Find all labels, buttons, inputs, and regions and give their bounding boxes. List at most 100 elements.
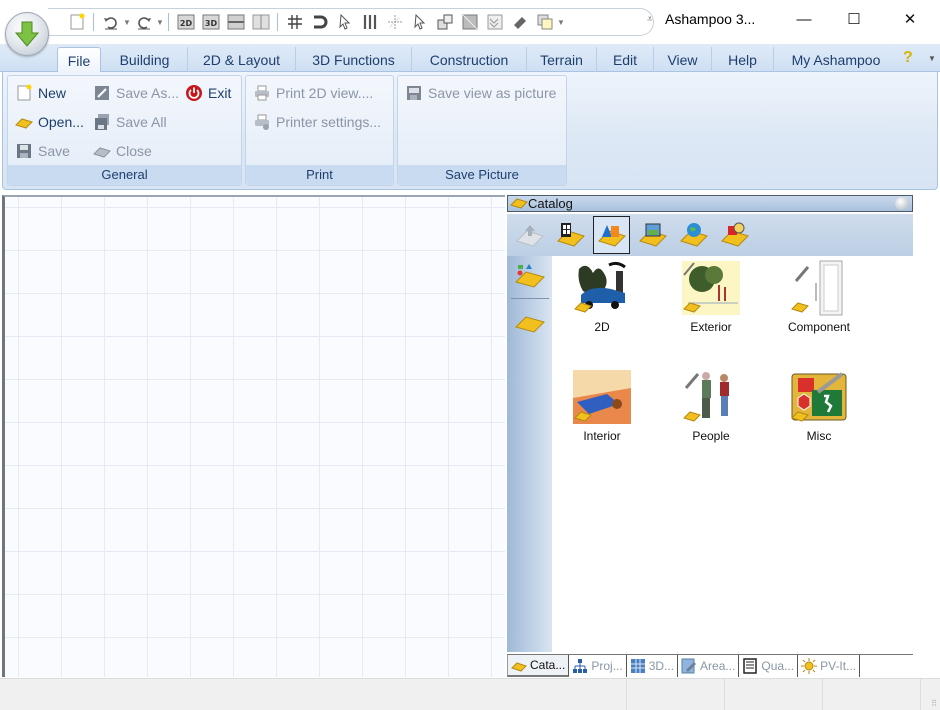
catalog-windows-doors-button[interactable] [552, 216, 589, 254]
catalog-item-interior[interactable]: Interior [556, 368, 648, 452]
redo-dropdown[interactable]: ▼ [156, 18, 164, 27]
tab-view[interactable]: View [654, 47, 712, 72]
qat-undo-button[interactable] [100, 11, 122, 33]
pin-icon[interactable] [895, 197, 909, 210]
catalog-item-2d[interactable]: 2D [556, 259, 648, 343]
catalog-globe-button[interactable] [675, 216, 712, 254]
qat-columns-button[interactable] [359, 11, 381, 33]
help-question-icon[interactable]: ? [903, 49, 913, 67]
horizontal-split-icon [227, 14, 244, 30]
qat-select-button[interactable] [334, 11, 356, 33]
save-button[interactable]: Save [14, 139, 70, 163]
customize-qat-button[interactable]: ⩡ [647, 14, 653, 25]
tile-alt-icon [487, 14, 502, 30]
tab-building[interactable]: Building [102, 47, 188, 72]
tab-3d-functions[interactable]: 3D Functions [296, 47, 412, 72]
save-as-button[interactable]: Save As... [92, 81, 179, 105]
qat-redo-button[interactable] [133, 11, 155, 33]
catalog-item-misc[interactable]: Misc [773, 368, 865, 452]
print-2d-view-button[interactable]: Print 2D view.... [252, 81, 373, 105]
catalog-textures-button[interactable] [634, 216, 671, 254]
copy-layers-dropdown[interactable]: ▼ [557, 18, 565, 27]
drawing-canvas-2d[interactable] [2, 195, 505, 677]
panel-tab-catalog[interactable]: Cata... [507, 655, 570, 677]
open-label: Open... [38, 114, 84, 130]
catalog-item-people[interactable]: People [665, 368, 757, 452]
catalog-folder-button[interactable] [507, 301, 552, 341]
catalog-3d-objects-button[interactable] [593, 216, 630, 254]
save-all-button[interactable]: Save All [92, 110, 167, 134]
save-label: Save [38, 143, 70, 159]
catalog-item-exterior[interactable]: Exterior [665, 259, 757, 343]
open-button[interactable]: Open... [14, 110, 84, 134]
folder-icon [514, 316, 545, 333]
qat-pointer-button[interactable] [409, 11, 431, 33]
tab-construction[interactable]: Construction [412, 47, 527, 72]
tab-my-ashampoo[interactable]: My Ashampoo [774, 47, 898, 72]
catalog-item-label: Component [787, 320, 851, 334]
panel-tab-3d[interactable]: 3D... [627, 655, 679, 677]
people-category-thumbnail [683, 372, 729, 422]
qat-3d-button[interactable]: 3D [200, 11, 222, 33]
help-dropdown[interactable]: ▼ [928, 54, 936, 63]
qat-new-button[interactable] [66, 11, 88, 33]
qat-vertical-split-button[interactable] [250, 11, 272, 33]
tab-terrain[interactable]: Terrain [527, 47, 597, 72]
quick-access-toolbar: ▼ ▼ 2D 3D ▼ [48, 8, 654, 36]
close-button[interactable]: ✕ [892, 6, 928, 32]
power-icon [186, 85, 202, 101]
close-document-button[interactable]: Close [92, 139, 152, 163]
qat-window-button[interactable] [434, 11, 456, 33]
application-menu-button[interactable] [5, 12, 49, 56]
undo-dropdown[interactable]: ▼ [123, 18, 131, 27]
globe-folder-icon [679, 223, 708, 247]
resize-grip[interactable]: ⠿ [931, 699, 937, 708]
tab-file[interactable]: File [57, 47, 101, 73]
panel-tab-label: PV-It... [820, 659, 857, 673]
qat-snap-button[interactable] [309, 11, 331, 33]
qat-tile-button[interactable] [459, 11, 481, 33]
catalog-title: Catalog [528, 196, 573, 211]
tab-edit[interactable]: Edit [597, 47, 654, 72]
qat-tile-alt-button[interactable] [484, 11, 506, 33]
qat-crosshair-button[interactable] [384, 11, 406, 33]
panel-tab-quantities[interactable]: Qua... [739, 655, 799, 677]
vertical-split-icon [252, 14, 269, 30]
new-file-icon [17, 84, 32, 101]
catalog-materials-button[interactable] [716, 216, 753, 254]
group-label-print: Print [246, 165, 393, 185]
tab-2d-layout[interactable]: 2D & Layout [188, 47, 296, 72]
qat-2d-button[interactable]: 2D [175, 11, 197, 33]
open-folder-icon [15, 118, 33, 129]
catalog-symbols-button[interactable] [507, 256, 552, 296]
qat-eraser-button[interactable] [509, 11, 531, 33]
panel-tab-area[interactable]: Area... [678, 655, 740, 677]
qat-grid-button[interactable] [284, 11, 306, 33]
panel-tab-pv-items[interactable]: PV-It... [798, 655, 861, 677]
save-all-icon [95, 114, 109, 130]
panel-tab-project[interactable]: Proj... [569, 655, 627, 677]
minimize-button[interactable]: — [786, 6, 822, 32]
pointer-icon [413, 13, 425, 30]
qat-horizontal-split-button[interactable] [225, 11, 247, 33]
printer-settings-button[interactable]: Printer settings... [252, 110, 381, 134]
panel-tab-label: Proj... [591, 659, 623, 673]
catalog-up-button[interactable] [511, 216, 548, 254]
catalog-side-bar [507, 256, 552, 652]
save-view-as-picture-button[interactable]: Save view as picture [404, 81, 556, 105]
redo-icon [137, 17, 151, 30]
qat-copy-layers-button[interactable] [534, 11, 556, 33]
columns-icon [363, 15, 376, 29]
window-title: Ashampoo 3... [665, 11, 756, 27]
floppy-icon [17, 144, 31, 158]
maximize-button[interactable]: ☐ [836, 6, 872, 32]
interior-category-thumbnail [573, 370, 631, 424]
catalog-item-component[interactable]: Component [773, 259, 865, 343]
group-label-general: General [8, 165, 241, 185]
grid-3d-icon [630, 659, 645, 673]
tab-help[interactable]: Help [712, 47, 774, 72]
ribbon-group-general: New Open... Save Save As... Save All Clo… [7, 75, 242, 186]
new-button[interactable]: New [14, 81, 66, 105]
save-all-label: Save All [116, 114, 167, 130]
exit-button[interactable]: Exit [184, 81, 231, 105]
